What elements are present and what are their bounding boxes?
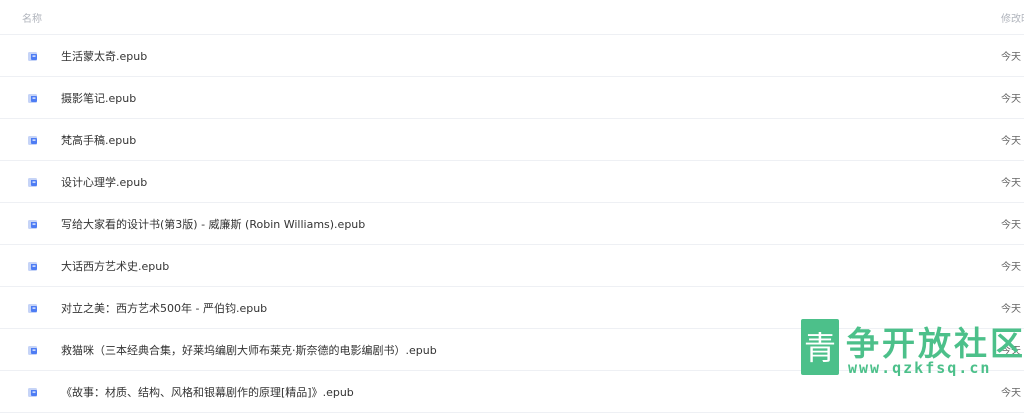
- file-row[interactable]: 设计心理学.epub 今天 0: [0, 161, 1024, 203]
- file-name[interactable]: 摄影笔记.epub: [61, 90, 136, 106]
- modified-time: 今天 0: [1001, 304, 1024, 315]
- file-row[interactable]: 摄影笔记.epub 今天 0: [0, 77, 1024, 119]
- epub-file-icon: [28, 220, 37, 229]
- file-name[interactable]: 梵高手稿.epub: [61, 132, 136, 148]
- file-name[interactable]: 写给大家看的设计书(第3版) - 威廉斯 (Robin Williams).ep…: [61, 216, 365, 232]
- file-name[interactable]: 大话西方艺术史.epub: [61, 258, 169, 274]
- column-header-name[interactable]: 名称: [22, 10, 42, 25]
- epub-file-icon: [28, 304, 37, 313]
- modified-time: 今天 0: [1001, 388, 1024, 399]
- column-header-modified[interactable]: 修改时: [1001, 10, 1024, 25]
- epub-file-icon: [28, 136, 37, 145]
- modified-time: 今天 0: [1001, 94, 1024, 105]
- file-name[interactable]: 《故事：材质、结构、风格和银幕剧作的原理[精品]》.epub: [61, 384, 354, 400]
- file-row[interactable]: 写给大家看的设计书(第3版) - 威廉斯 (Robin Williams).ep…: [0, 203, 1024, 245]
- epub-file-icon: [28, 262, 37, 271]
- watermark-logo-icon: 青: [801, 319, 839, 375]
- watermark-url: www.qzkfsq.cn: [848, 359, 992, 377]
- modified-time: 今天 0: [1001, 136, 1024, 147]
- file-name[interactable]: 生活蒙太奇.epub: [61, 48, 147, 64]
- epub-file-icon: [28, 94, 37, 103]
- modified-time: 今天 0: [1001, 262, 1024, 273]
- watermark-logo-glyph: 青: [804, 329, 836, 367]
- epub-file-icon: [28, 52, 37, 61]
- file-row[interactable]: 梵高手稿.epub 今天 0: [0, 119, 1024, 161]
- file-row[interactable]: 生活蒙太奇.epub 今天 0: [0, 35, 1024, 77]
- watermark-title: 争开放社区: [846, 324, 1024, 363]
- epub-file-icon: [28, 346, 37, 355]
- epub-file-icon: [28, 388, 37, 397]
- file-row[interactable]: 大话西方艺术史.epub 今天 0: [0, 245, 1024, 287]
- modified-time: 今天 0: [1001, 52, 1024, 63]
- file-name[interactable]: 对立之美：西方艺术500年 - 严伯钧.epub: [61, 300, 267, 316]
- modified-time: 今天 0: [1001, 178, 1024, 189]
- file-row[interactable]: 《故事：材质、结构、风格和银幕剧作的原理[精品]》.epub 今天 0: [0, 371, 1024, 413]
- file-name[interactable]: 救猫咪（三本经典合集，好莱坞编剧大师布莱克·斯奈德的电影编剧书）.epub: [61, 342, 437, 358]
- file-list-header: 名称 修改时: [0, 0, 1024, 35]
- file-name[interactable]: 设计心理学.epub: [61, 174, 147, 190]
- modified-time: 今天 0: [1001, 220, 1024, 231]
- epub-file-icon: [28, 178, 37, 187]
